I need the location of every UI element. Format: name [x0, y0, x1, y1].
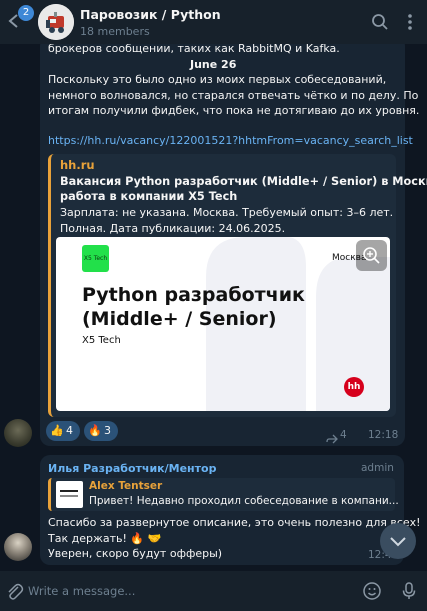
message-text-line: итогам получили фидбек, что пока не дотя… [48, 104, 420, 117]
reaction-fire[interactable]: 🔥 3 [84, 421, 118, 441]
forward-icon [326, 430, 338, 444]
image-job-title: Python разработчик (Middle+ / Senior) [82, 284, 305, 330]
message-text-line: Спасибо за развернутое описание, это оче… [48, 516, 421, 529]
chevron-down-icon [390, 537, 406, 547]
microphone-icon[interactable] [399, 581, 419, 601]
preview-image[interactable]: X5 Tech Москва Python разработчик (Middl… [56, 237, 390, 411]
message-text-line: Так держать! 🔥 🤝 [48, 531, 162, 545]
preview-title: Вакансия Python разработчик (Middle+ / S… [60, 175, 427, 203]
x5-tech-logo: X5 Tech [82, 245, 109, 272]
vacancy-link[interactable]: https://hh.ru/vacancy/122001521?hhtmFrom… [48, 133, 413, 149]
author-avatar[interactable] [4, 533, 32, 561]
message-text-line: Уверен, скоро будут офферы) [48, 547, 223, 560]
date-separator: June 26 [190, 58, 237, 71]
reply-text: Привет! Недавно проходил собеседование в… [89, 495, 399, 507]
chat-avatar[interactable] [38, 4, 74, 40]
author-avatar[interactable] [4, 419, 32, 447]
sender-name[interactable]: Илья Разработчик/Ментор [48, 462, 216, 475]
attach-icon[interactable] [4, 581, 24, 601]
link-preview[interactable]: hh.ru Вакансия Python разработчик (Middl… [48, 154, 427, 417]
search-icon[interactable] [370, 12, 390, 32]
reply-quote[interactable]: Alex Tentser Привет! Недавно проходил со… [48, 478, 399, 511]
admin-badge: admin [361, 462, 394, 474]
scroll-down-button[interactable] [380, 523, 416, 559]
reply-author: Alex Tentser [89, 480, 163, 492]
hh-logo: hh [344, 377, 364, 397]
message-input[interactable] [28, 577, 350, 605]
preview-description: Зарплата: не указана. Москва. Требуемый … [60, 206, 394, 235]
chat-title[interactable]: Паровозик / Python [80, 7, 221, 22]
message-time: 12:18 [368, 429, 399, 441]
message-composer [0, 571, 427, 611]
reply-thumbnail [56, 481, 83, 508]
image-company: X5 Tech [82, 335, 121, 346]
message-text-line: Поскольку это было одно из моих первых с… [48, 73, 387, 86]
chat-header: 2 Паровозик / Python 18 members [0, 0, 427, 44]
zoom-in-icon[interactable] [356, 240, 387, 271]
emoji-icon[interactable] [362, 581, 382, 601]
preview-site-name: hh.ru [60, 158, 95, 172]
reaction-thumbs-up[interactable]: 👍 4 [46, 421, 80, 441]
unread-badge: 2 [18, 5, 34, 21]
more-vertical-icon[interactable] [400, 12, 420, 32]
message-text-line: немного волновался, но старался отвечать… [48, 88, 419, 102]
forward-count: 4 [340, 429, 347, 441]
member-count: 18 members [80, 25, 150, 38]
